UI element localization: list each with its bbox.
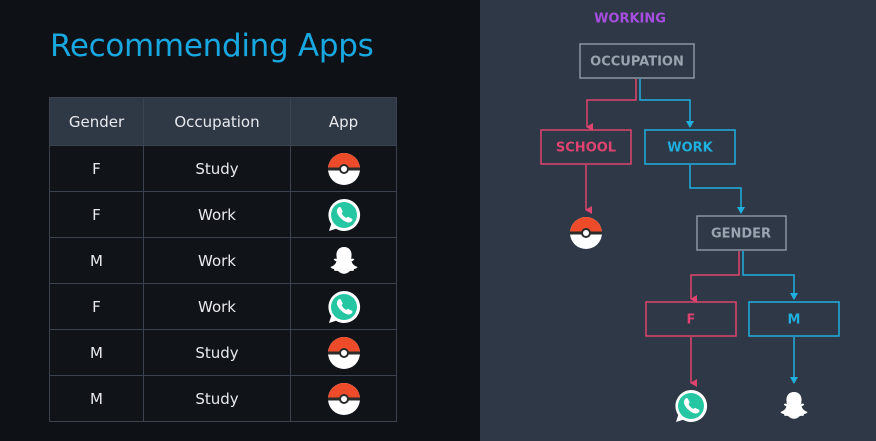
edge-school: [586, 79, 637, 131]
edge-f: [690, 251, 740, 303]
decision-tree: WORKING OCCUPATION SCHOOL WORK GENDER F …: [540, 12, 840, 441]
node-m: M: [748, 301, 840, 337]
svg-text:WORK: WORK: [667, 141, 713, 156]
pokeball-icon: [570, 217, 602, 249]
whatsapp-icon: [675, 390, 707, 422]
node-work: WORK: [644, 129, 736, 165]
edge-m: [742, 251, 798, 300]
svg-text:OCCUPATION: OCCUPATION: [590, 55, 684, 70]
snapchat-icon: [781, 392, 808, 419]
node-f: F: [645, 301, 737, 337]
node-occupation: OCCUPATION: [579, 43, 695, 79]
tree-heading: WORKING: [594, 12, 666, 27]
node-gender: GENDER: [696, 215, 787, 251]
svg-text:SCHOOL: SCHOOL: [556, 141, 616, 156]
edge-work: [639, 79, 694, 128]
svg-text:F: F: [687, 313, 696, 328]
edge-gender: [689, 165, 745, 214]
svg-text:GENDER: GENDER: [711, 227, 771, 242]
node-school: SCHOOL: [540, 129, 632, 165]
svg-text:M: M: [788, 313, 801, 328]
